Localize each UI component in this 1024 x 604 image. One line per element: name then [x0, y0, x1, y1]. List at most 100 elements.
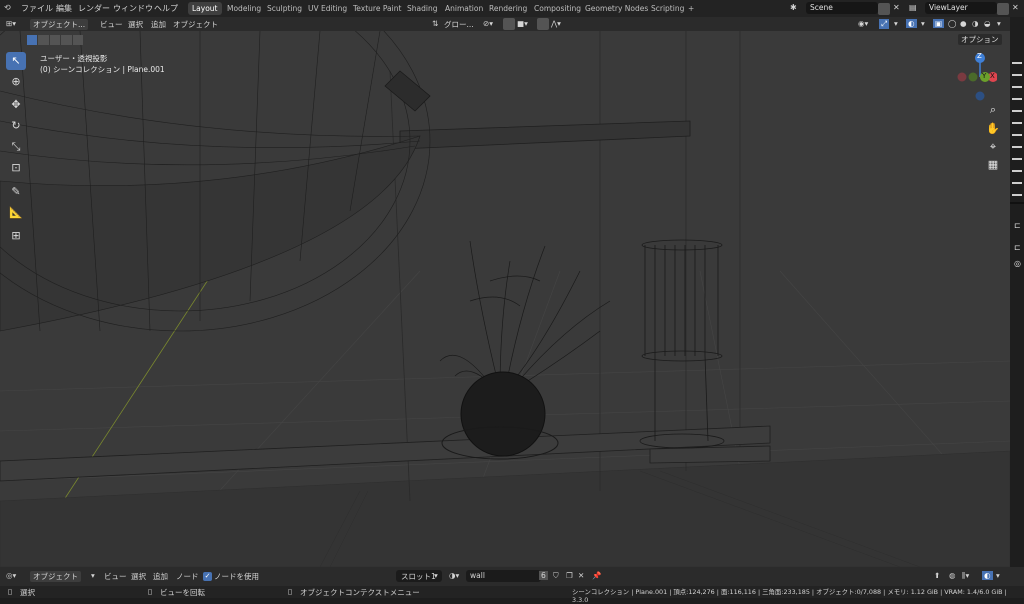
select-subtract-icon[interactable] [49, 35, 61, 45]
menu-window[interactable]: ウィンドウ [113, 3, 153, 14]
tab-texture-paint[interactable]: Texture Paint [349, 2, 405, 15]
properties-icon-3[interactable]: ◎ [1014, 259, 1021, 268]
bottom-menu-select[interactable]: 選択 [131, 571, 146, 582]
properties-icon[interactable]: ⊏ [1014, 221, 1021, 230]
grid-perspective-icon[interactable]: ▦ [985, 157, 1001, 173]
add-workspace-button[interactable]: + [684, 2, 698, 15]
view-layer-selector[interactable]: ViewLayer [925, 2, 997, 14]
cursor-tool-icon[interactable]: ⊕ [6, 73, 26, 91]
tab-modeling[interactable]: Modeling [223, 2, 265, 15]
falloff-icon[interactable]: ⋀▾ [551, 19, 561, 28]
tab-compositing[interactable]: Compositing [530, 2, 585, 15]
add-cube-tool-icon[interactable]: ⊞ [6, 227, 26, 245]
shading-material-icon[interactable]: ◑ [972, 19, 979, 28]
measure-tool-icon[interactable]: 📐 [6, 204, 26, 222]
proportional-edit-icon[interactable] [537, 18, 549, 30]
bottom-mode-selector[interactable]: オブジェクト [30, 571, 81, 582]
top-bar: ⟲ ファイル 編集 レンダー ウィンドウ ヘルプ Layout Modeling… [0, 0, 1024, 17]
menu-add[interactable]: 追加 [151, 19, 166, 30]
scene-selector[interactable]: Scene [806, 2, 878, 14]
parent-node-tree-icon[interactable]: ⬆ [934, 571, 940, 580]
transform-tool-icon[interactable]: ⊡ [6, 159, 26, 177]
mode-selector[interactable]: オブジェクト... [30, 19, 89, 30]
fake-user-shield-icon[interactable]: ⛉ [553, 571, 559, 581]
overlay-toggle-icon[interactable]: ◐ [906, 19, 917, 28]
material-icon[interactable]: ◑▾ [449, 571, 459, 580]
snap-icon[interactable] [503, 18, 515, 30]
tab-uv-editing[interactable]: UV Editing [304, 2, 351, 15]
delete-view-layer-icon[interactable]: ✕ [1012, 3, 1019, 12]
menu-select[interactable]: 選択 [128, 19, 143, 30]
blender-logo-icon[interactable]: ⟲ [4, 3, 11, 12]
tab-geometry-nodes[interactable]: Geometry Nodes [581, 2, 652, 15]
material-users-count[interactable]: 6 [539, 571, 548, 580]
shading-solid-icon[interactable]: ● [960, 19, 967, 28]
editor-type-icon[interactable]: ⊞▾ [6, 19, 16, 28]
menu-render[interactable]: レンダー [78, 3, 110, 14]
tab-shading[interactable]: Shading [403, 2, 441, 15]
annotate-tool-icon[interactable]: ✎ [6, 183, 26, 201]
select-invert-icon[interactable] [61, 35, 72, 45]
scale-tool-icon[interactable]: ⤡ [6, 138, 26, 156]
options-dropdown[interactable]: オプション [958, 34, 1002, 45]
properties-icon-2[interactable]: ⊏ [1014, 243, 1021, 252]
gizmo-toggle-icon[interactable]: ⤢ [879, 19, 889, 29]
use-nodes-label: ノードを使用 [214, 572, 259, 581]
3d-viewport[interactable]: ユーザー・透視投影 (0) シーンコレクション | Plane.001 オプショ… [0, 31, 1010, 567]
snap-target-node-icon[interactable]: ⫼▾ [962, 571, 969, 581]
viewport-scene [0, 31, 1010, 567]
shading-rendered-icon[interactable]: ◒ [984, 19, 991, 28]
duplicate-material-icon[interactable]: ❐ [566, 571, 573, 580]
view-layer-icon[interactable]: ▤ [909, 3, 917, 12]
bottom-menu-add[interactable]: 追加 [153, 571, 168, 582]
overlay-menu-icon[interactable]: ▾ [921, 19, 925, 28]
visibility-icon[interactable]: ◉▾ [858, 19, 868, 28]
scene-icon[interactable]: ✱ [790, 3, 797, 12]
use-nodes-checkbox[interactable]: ✓ [203, 572, 212, 581]
pin-icon[interactable]: 📌 [592, 571, 601, 580]
gizmo-menu-icon[interactable]: ▾ [894, 19, 898, 28]
orientation-selector[interactable]: グロー... [444, 19, 474, 30]
tab-animation[interactable]: Animation [441, 2, 487, 15]
navigation-gizmo[interactable]: Z Y X [957, 51, 998, 103]
menu-view[interactable]: ビュー [100, 19, 123, 30]
menu-help[interactable]: ヘルプ [154, 3, 178, 14]
pivot-icon[interactable]: ⊘▾ [483, 19, 493, 28]
tab-rendering[interactable]: Rendering [485, 2, 531, 15]
move-tool-icon[interactable]: ✥ [6, 96, 26, 114]
bottom-menu-view[interactable]: ビュー [104, 571, 127, 582]
menu-edit[interactable]: 編集 [56, 3, 72, 14]
select-extend-icon[interactable] [38, 35, 49, 45]
xray-toggle-icon[interactable]: ▣ [933, 19, 945, 28]
unlink-material-icon[interactable]: ✕ [578, 571, 584, 580]
collection-info: (0) シーンコレクション | Plane.001 [40, 65, 165, 74]
delete-scene-icon[interactable]: ✕ [893, 3, 900, 12]
node-overlay-menu-icon[interactable]: ▾ [996, 571, 1000, 580]
outliner-item-icons[interactable] [1012, 55, 1022, 205]
snap-target-icon[interactable]: ■▾ [517, 19, 528, 28]
transform-orientation-icon[interactable]: ⇅ [432, 19, 438, 28]
pan-hand-icon[interactable]: ✋ [985, 121, 1001, 137]
new-view-layer-icon[interactable] [997, 3, 1009, 15]
shading-wireframe-icon[interactable]: ◯ [948, 19, 956, 28]
shading-menu-icon[interactable]: ▾ [997, 19, 1001, 28]
bottom-mode-chevron-icon[interactable]: ▾ [91, 571, 95, 580]
view-name: ユーザー・透視投影 [40, 54, 108, 63]
new-scene-icon[interactable] [878, 3, 890, 15]
node-overlay-icon[interactable]: ◐ [982, 571, 993, 580]
menu-file[interactable]: ファイル [21, 3, 53, 14]
bottom-menu-node[interactable]: ノード [176, 571, 199, 582]
tab-sculpting[interactable]: Sculpting [263, 2, 306, 15]
node-editor-type-icon[interactable]: ◎▾ [6, 571, 16, 580]
menu-object[interactable]: オブジェクト [173, 19, 218, 30]
tab-scripting[interactable]: Scripting [647, 2, 688, 15]
zoom-icon[interactable]: ⌕ [985, 102, 1001, 118]
tab-layout[interactable]: Layout [188, 2, 222, 15]
rotate-tool-icon[interactable]: ↻ [6, 117, 26, 135]
plant [439, 240, 611, 392]
camera-icon[interactable]: ⌖ [985, 139, 1001, 155]
select-intersect-icon[interactable] [72, 35, 84, 45]
snap-node-icon[interactable]: ◍ [949, 571, 956, 580]
select-box-tool-icon[interactable]: ↖ [6, 52, 26, 70]
select-new-icon[interactable] [27, 35, 38, 45]
